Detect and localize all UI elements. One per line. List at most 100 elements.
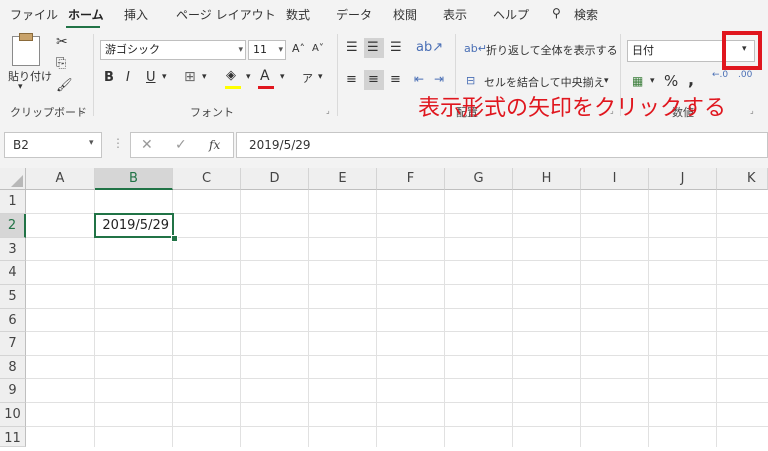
chevron-down-icon: ▾ (89, 138, 94, 148)
font-name-value: 游ゴシック (105, 43, 160, 56)
ribbon: 貼り付け ▾ ✂ ⎘ 🖌 クリップボード ⌟ 游ゴシック ▾ 11 ▾ A˄ A… (0, 30, 768, 123)
format-painter-icon[interactable]: 🖌 (56, 78, 73, 93)
align-top-icon[interactable]: ☰ (346, 40, 358, 55)
column-header[interactable]: F (377, 168, 445, 190)
align-left-icon[interactable]: ≡ (346, 72, 357, 87)
tab-help[interactable]: ヘルプ (493, 6, 529, 23)
tab-view[interactable]: 表示 (443, 6, 467, 23)
row-header[interactable]: 5 (0, 285, 26, 309)
column-header[interactable]: E (309, 168, 377, 190)
name-box[interactable]: B2 ▾ (4, 132, 102, 158)
chevron-down-icon[interactable]: ▾ (202, 72, 207, 82)
paste-dropdown-icon[interactable]: ▾ (18, 82, 23, 92)
column-header[interactable]: J (649, 168, 717, 190)
paste-icon[interactable] (12, 33, 40, 66)
tab-page-layout[interactable]: ページ レイアウト (176, 6, 276, 23)
increase-font-icon[interactable]: A˄ (292, 42, 305, 55)
row-header[interactable]: 9 (0, 379, 26, 403)
bold-icon[interactable]: B (104, 70, 114, 85)
decrease-font-icon[interactable]: A˅ (312, 43, 324, 54)
select-all-corner[interactable] (0, 168, 26, 190)
chevron-down-icon[interactable]: ▾ (162, 72, 167, 82)
insert-function-button[interactable]: fx (209, 138, 220, 152)
merge-center-icon[interactable]: ⊟ (466, 74, 475, 87)
column-header[interactable]: G (445, 168, 513, 190)
name-box-value: B2 (13, 138, 29, 152)
decrease-indent-icon[interactable]: ⇤ (414, 72, 424, 86)
italic-icon[interactable]: I (126, 70, 130, 85)
row-header[interactable]: 7 (0, 332, 26, 356)
row-header[interactable]: 10 (0, 403, 26, 427)
currency-icon[interactable]: ▦ (632, 74, 643, 88)
align-bottom-icon[interactable]: ☰ (390, 40, 402, 55)
orientation-icon[interactable]: ab↗ (416, 40, 443, 55)
row-header[interactable]: 4 (0, 261, 26, 285)
wrap-text-icon[interactable]: ab↵ (464, 42, 487, 55)
ribbon-tab-bar: ファイル ホーム 挿入 ページ レイアウト 数式 データ 校閲 表示 ヘルプ ⚲… (0, 0, 768, 30)
font-name-select[interactable]: 游ゴシック ▾ (100, 40, 246, 60)
column-header[interactable]: H (513, 168, 581, 190)
chevron-down-icon[interactable]: ▾ (280, 72, 285, 82)
column-header[interactable]: C (173, 168, 241, 190)
selected-cell[interactable]: 2019/5/29 (94, 213, 174, 238)
decrease-decimal-icon[interactable]: .00 (738, 70, 752, 80)
increase-decimal-icon[interactable]: ←.0 (712, 70, 728, 80)
tab-home[interactable]: ホーム (68, 6, 104, 23)
wrap-text-button[interactable]: 折り返して全体を表示する (486, 42, 618, 58)
column-gridline (648, 190, 649, 447)
font-size-select[interactable]: 11 ▾ (248, 40, 286, 60)
chevron-down-icon[interactable]: ▾ (650, 76, 655, 86)
row-header-selected[interactable]: 2 (0, 214, 26, 238)
row-header[interactable]: 3 (0, 238, 26, 261)
tab-search[interactable]: 検索 (574, 6, 598, 23)
column-header[interactable]: A (26, 168, 95, 190)
chevron-down-icon[interactable]: ▾ (604, 76, 609, 86)
tab-review[interactable]: 校閲 (393, 6, 417, 23)
underline-icon[interactable]: U (146, 70, 156, 85)
increase-indent-icon[interactable]: ⇥ (434, 72, 444, 86)
borders-icon[interactable]: ⊞ (184, 69, 196, 85)
row-header[interactable]: 6 (0, 309, 26, 332)
align-right-icon[interactable]: ≡ (390, 72, 401, 87)
chevron-down-icon[interactable]: ▾ (246, 72, 251, 82)
tab-data[interactable]: データ (336, 6, 372, 23)
more-icon: ⋮ (112, 136, 124, 150)
fill-handle[interactable] (171, 235, 178, 242)
comma-style-icon[interactable]: , (688, 70, 694, 89)
number-format-value: 日付 (632, 44, 654, 57)
formula-input[interactable]: 2019/5/29 (236, 132, 768, 158)
column-header[interactable]: D (241, 168, 309, 190)
align-center-icon[interactable]: ≡ (368, 72, 379, 87)
font-launcher-icon[interactable]: ⌟ (326, 106, 330, 115)
row-gridline (26, 284, 768, 285)
search-icon[interactable]: ⚲ (552, 6, 561, 20)
row-gridline (26, 260, 768, 261)
chevron-down-icon[interactable]: ▾ (318, 72, 323, 82)
cancel-icon[interactable]: ✕ (141, 137, 153, 153)
enter-icon[interactable]: ✓ (175, 137, 187, 153)
paste-button-label[interactable]: 貼り付け (8, 68, 52, 84)
fill-color-swatch (225, 86, 241, 89)
tab-insert[interactable]: 挿入 (124, 6, 148, 23)
column-header[interactable]: K (717, 168, 768, 190)
merge-center-button[interactable]: セルを結合して中央揃え (484, 74, 605, 90)
spreadsheet-grid: A B C D E F G H I J K 1 2 3 4 5 6 7 8 9 … (0, 168, 768, 447)
row-header[interactable]: 8 (0, 356, 26, 379)
column-header[interactable]: I (581, 168, 649, 190)
percent-icon[interactable]: % (664, 72, 678, 90)
font-color-icon[interactable]: A (260, 68, 270, 84)
number-launcher-icon[interactable]: ⌟ (750, 106, 754, 115)
row-header[interactable]: 11 (0, 427, 26, 447)
column-header-selected[interactable]: B (95, 168, 173, 190)
copy-icon[interactable]: ⎘ (56, 56, 66, 71)
row-header[interactable]: 1 (0, 190, 26, 214)
phonetic-icon[interactable]: ア (302, 70, 313, 86)
fill-color-icon[interactable]: ◈ (226, 68, 236, 83)
cut-icon[interactable]: ✂ (56, 34, 68, 50)
clipboard-launcher-icon[interactable]: ⌟ (80, 106, 84, 115)
align-middle-icon[interactable]: ☰ (367, 40, 379, 55)
tab-formulas[interactable]: 数式 (286, 6, 310, 23)
font-group-label: フォント (190, 106, 234, 119)
column-gridline (512, 190, 513, 447)
tab-file[interactable]: ファイル (10, 6, 58, 23)
